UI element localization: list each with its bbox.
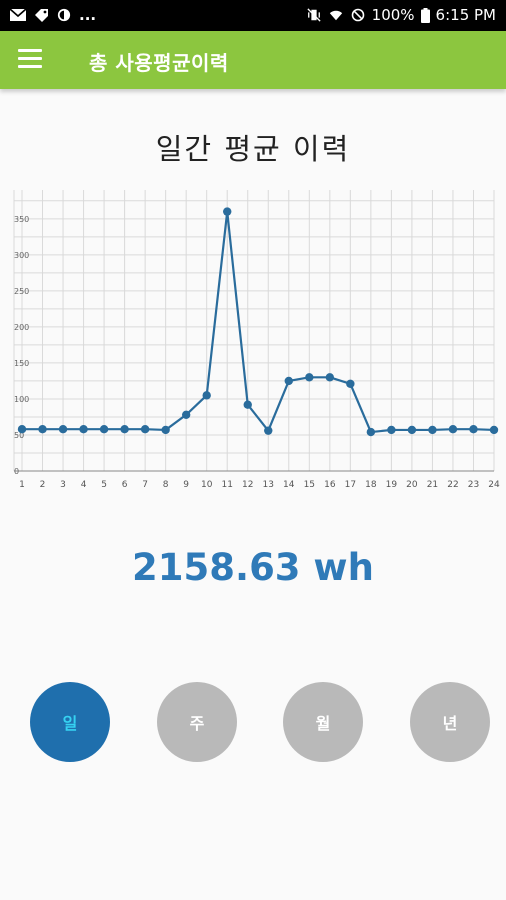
data-point bbox=[407, 425, 417, 435]
data-point bbox=[181, 410, 191, 419]
x-tick-label: 22 bbox=[447, 480, 458, 490]
x-tick-label: 21 bbox=[427, 480, 438, 490]
data-point bbox=[243, 400, 252, 409]
tag-icon bbox=[35, 9, 48, 22]
x-tick-label: 9 bbox=[183, 480, 189, 490]
x-tick-label: 17 bbox=[345, 480, 356, 490]
y-tick-label: 0 bbox=[14, 467, 19, 476]
status-bar-right: 100% 6:15 PM bbox=[306, 6, 496, 24]
data-point bbox=[489, 425, 499, 435]
status-bar-left: ... bbox=[10, 6, 96, 24]
period-button-week-label: 주 bbox=[189, 714, 205, 733]
x-tick-label: 11 bbox=[221, 480, 232, 490]
battery-icon bbox=[420, 7, 430, 23]
data-point bbox=[284, 376, 293, 386]
y-tick-label: 250 bbox=[14, 287, 29, 296]
y-tick-label: 350 bbox=[14, 215, 29, 224]
data-saver-icon bbox=[57, 8, 71, 22]
app-bar: 총 사용평균이력 bbox=[0, 31, 506, 89]
y-tick-label: 200 bbox=[14, 323, 29, 332]
data-point bbox=[469, 425, 478, 434]
status-bar: ... 100% 6:15 PM bbox=[0, 0, 506, 31]
x-tick-label: 13 bbox=[263, 480, 274, 490]
period-button-year-label: 년 bbox=[442, 714, 458, 733]
data-point bbox=[264, 426, 273, 435]
do-not-disturb-icon bbox=[351, 8, 364, 22]
data-point bbox=[38, 425, 47, 434]
wifi-icon bbox=[329, 10, 342, 21]
data-point bbox=[17, 425, 27, 434]
data-point bbox=[325, 373, 335, 382]
x-tick-label: 1 bbox=[19, 480, 25, 490]
more-notifications-indicator: ... bbox=[79, 6, 97, 24]
x-tick-label: 16 bbox=[324, 480, 336, 490]
period-button-month-label: 월 bbox=[315, 714, 331, 733]
data-point bbox=[120, 425, 129, 434]
period-button-week[interactable]: 주 bbox=[157, 682, 237, 762]
x-tick-label: 23 bbox=[468, 480, 479, 490]
status-time: 6:15 PM bbox=[435, 6, 496, 24]
x-tick-label: 20 bbox=[406, 480, 418, 490]
data-point bbox=[366, 427, 376, 437]
data-point bbox=[428, 425, 437, 435]
daily-usage-chart: 0 50 100 150 200 250 300 350 1 2 3 4 5 6 7 8 9 10 11 12 13 14… bbox=[0, 185, 506, 495]
period-button-year[interactable]: 년 bbox=[410, 682, 490, 762]
x-tick-label: 12 bbox=[242, 480, 253, 490]
period-button-month[interactable]: 월 bbox=[283, 682, 363, 762]
x-tick-label: 10 bbox=[201, 480, 213, 490]
data-point bbox=[223, 207, 232, 216]
total-usage-value: 2158.63 wh bbox=[132, 546, 374, 589]
data-point bbox=[79, 425, 88, 434]
data-point bbox=[448, 425, 458, 434]
data-point bbox=[387, 425, 396, 435]
x-tick-label: 6 bbox=[122, 480, 128, 490]
hamburger-menu-icon[interactable] bbox=[18, 49, 42, 69]
x-tick-label: 7 bbox=[142, 480, 148, 490]
mail-icon bbox=[10, 8, 26, 21]
y-tick-label: 300 bbox=[14, 251, 29, 260]
x-tick-label: 14 bbox=[283, 480, 295, 490]
period-button-day[interactable]: 일 bbox=[30, 682, 110, 762]
x-tick-label: 15 bbox=[304, 480, 315, 490]
data-point bbox=[161, 425, 170, 435]
data-point bbox=[346, 379, 355, 389]
line-chart: 0501001502002503003501 2 3 4 5 6 7 8 9 10 11 12 13 14… bbox=[13, 190, 500, 490]
data-point bbox=[58, 425, 68, 434]
x-tick-label: 4 bbox=[81, 480, 87, 490]
period-button-day-label: 일 bbox=[62, 714, 78, 733]
x-tick-label: 8 bbox=[163, 480, 169, 490]
x-tick-label: 18 bbox=[365, 480, 377, 490]
y-tick-label: 150 bbox=[14, 359, 29, 368]
data-point bbox=[99, 425, 109, 434]
data-point bbox=[305, 373, 314, 382]
x-tick-label: 2 bbox=[40, 480, 46, 490]
vibrate-mute-icon bbox=[307, 8, 321, 22]
chart-title: 일간 평균 이력 bbox=[155, 132, 351, 166]
x-tick-label: 3 bbox=[60, 480, 66, 490]
app-bar-title: 총 사용평균이력 bbox=[89, 51, 229, 75]
x-tick-label: 5 bbox=[101, 480, 107, 490]
y-tick-label: 100 bbox=[14, 395, 29, 404]
data-point bbox=[140, 425, 150, 434]
data-point bbox=[202, 391, 211, 400]
x-tick-label: 24 bbox=[488, 480, 500, 490]
x-tick-label: 19 bbox=[386, 480, 398, 490]
battery-percentage: 100% bbox=[371, 6, 415, 24]
